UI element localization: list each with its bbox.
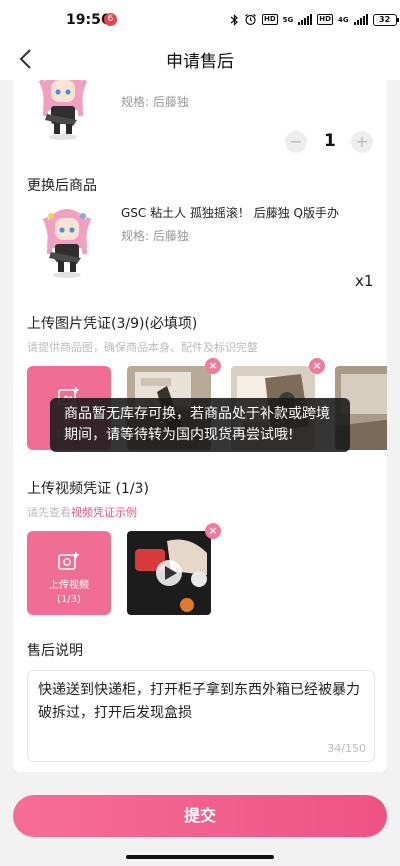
video-upload-hint: 请先查看视频凭证示例 [27,504,137,520]
video-upload-title: 上传视频凭证 (1/3) [27,481,149,497]
original-product-spec: 规格: 后藤独 [121,95,189,109]
status-icons: HD 5G HD 4G 32 [230,13,399,26]
status-bar: 19:56 6 HD 5G HD 4G 32 [0,0,400,38]
page-title: 申请售后 [166,52,234,72]
delete-photo-1-button[interactable]: × [205,358,221,374]
notification-badge: 6 [104,13,117,26]
video-upload-label: 上传视频 [49,580,89,591]
add-video-icon [58,552,79,570]
battery-icon: 32 [372,13,399,26]
network-5g-label: 5G [282,15,294,24]
image-upload-hint: 请提供商品图，确保商品本身、配件及标识完整 [27,341,258,354]
video-upload-button[interactable]: 上传视频 (1/3) [27,531,111,615]
description-title: 售后说明 [27,643,83,659]
network-4g-label: 4G [337,15,349,24]
video-upload-count: (1/3) [57,594,81,605]
replacement-product-spec: 规格: 后藤独 [121,229,189,243]
original-product-thumbnail [38,80,88,140]
stock-toast: 商品暂无库存可换，若商品处于补款或跨境期间，请等待转为国内现货再尝试哦! [50,398,350,452]
video-example-link[interactable]: 视频凭证示例 [71,506,137,519]
quantity-increment-button[interactable]: + [351,131,373,153]
submit-button[interactable]: 提交 [13,795,387,837]
signal-icon [298,14,313,25]
replacement-product-thumbnail [42,209,92,278]
hd-icon-2: HD [317,14,333,25]
delete-photo-2-button[interactable]: × [309,358,325,374]
delete-video-button[interactable]: × [205,523,221,539]
uploaded-video-thumbnail[interactable] [127,531,211,615]
description-char-count: 34/150 [327,742,366,755]
video-hint-prefix: 请先查看 [27,506,71,519]
bluetooth-icon [230,13,238,26]
replacement-product-name: GSC 粘土人 孤独摇滚！ 后藤独 Q版手办 [121,206,339,220]
replacement-quantity: x1 [355,272,374,290]
replacement-section-title: 更换后商品 [27,178,97,194]
quantity-decrement-button[interactable]: − [285,131,307,153]
home-indicator [126,855,274,859]
signal-icon-2 [353,14,368,25]
description-textarea[interactable]: 快递送到快递柜，打开柜子拿到东西外箱已经被暴力破拆过，打开后发现盒损 34/15… [27,670,375,762]
image-upload-title: 上传图片凭证(3/9)(必填项) [27,316,198,332]
description-text: 快递送到快递柜，打开柜子拿到东西外箱已经被暴力破拆过，打开后发现盒损 [38,682,360,721]
alarm-icon [245,14,256,26]
nav-bar: 申请售后 [0,38,400,80]
quantity-value: 1 [324,131,336,151]
hd-icon: HD [262,14,278,25]
